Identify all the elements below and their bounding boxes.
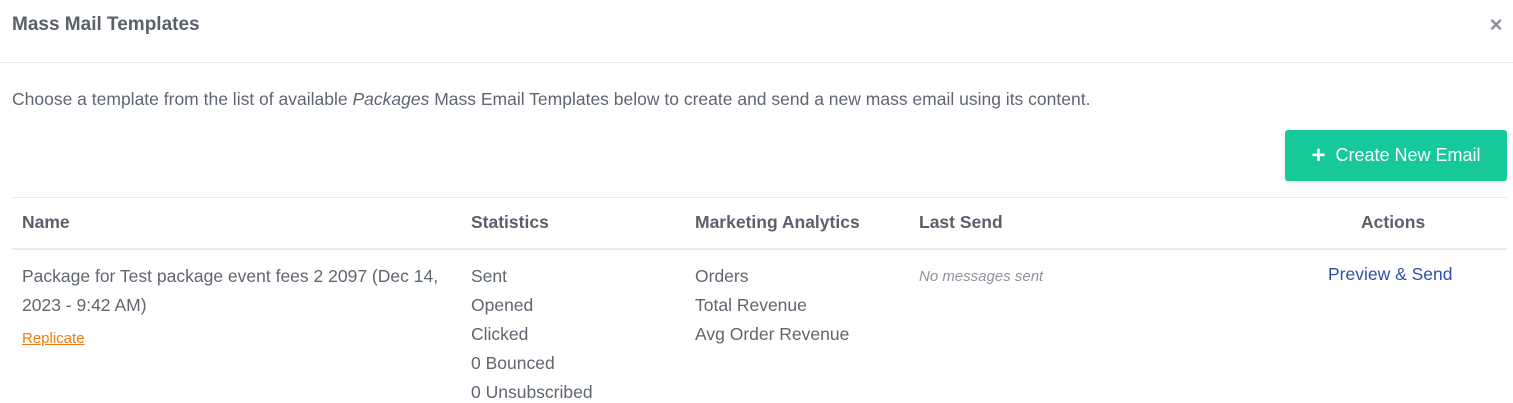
column-header-name: Name: [22, 212, 70, 232]
stat-unsubscribed: 0 Unsubscribed: [471, 382, 593, 402]
column-header-actions: Actions: [1361, 212, 1426, 232]
replicate-link[interactable]: Replicate: [22, 330, 85, 347]
close-icon[interactable]: ×: [1485, 12, 1507, 38]
stat-bounced: 0 Bounced: [471, 353, 555, 373]
intro-text-after: Mass Email Templates below to create and…: [429, 89, 1091, 109]
table-top-divider: [12, 197, 1507, 198]
modal-title: Mass Mail Templates: [12, 14, 200, 35]
mass-mail-templates-modal: Mass Mail Templates × Choose a template …: [0, 0, 1513, 403]
create-new-email-label: Create New Email: [1335, 145, 1481, 165]
create-new-email-button[interactable]: + Create New Email: [1285, 130, 1507, 181]
table-header-divider: [12, 248, 1507, 250]
metric-total-revenue: Total Revenue: [695, 295, 807, 315]
stat-sent: Sent: [471, 266, 507, 286]
statistics-cell: Sent Opened Clicked 0 Bounced 0 Unsubscr…: [471, 262, 593, 403]
plus-icon: +: [1311, 141, 1326, 169]
stat-clicked: Clicked: [471, 324, 529, 344]
intro-text: Choose a template from the list of avail…: [12, 89, 1090, 110]
intro-text-emphasis: Packages: [352, 89, 430, 109]
last-send-status: No messages sent: [919, 268, 1044, 285]
marketing-analytics-cell: Orders Total Revenue Avg Order Revenue: [695, 262, 849, 349]
intro-text-before: Choose a template from the list of avail…: [12, 89, 353, 109]
column-header-marketing-analytics: Marketing Analytics: [695, 212, 860, 232]
column-header-last-send: Last Send: [919, 212, 1003, 232]
stat-opened: Opened: [471, 295, 534, 315]
modal-header: Mass Mail Templates ×: [0, 0, 1513, 63]
metric-orders: Orders: [695, 266, 749, 286]
metric-avg-order-revenue: Avg Order Revenue: [695, 324, 850, 344]
column-header-statistics: Statistics: [471, 212, 549, 232]
template-name: Package for Test package event fees 2 20…: [22, 266, 439, 315]
preview-and-send-link[interactable]: Preview & Send: [1328, 264, 1453, 285]
